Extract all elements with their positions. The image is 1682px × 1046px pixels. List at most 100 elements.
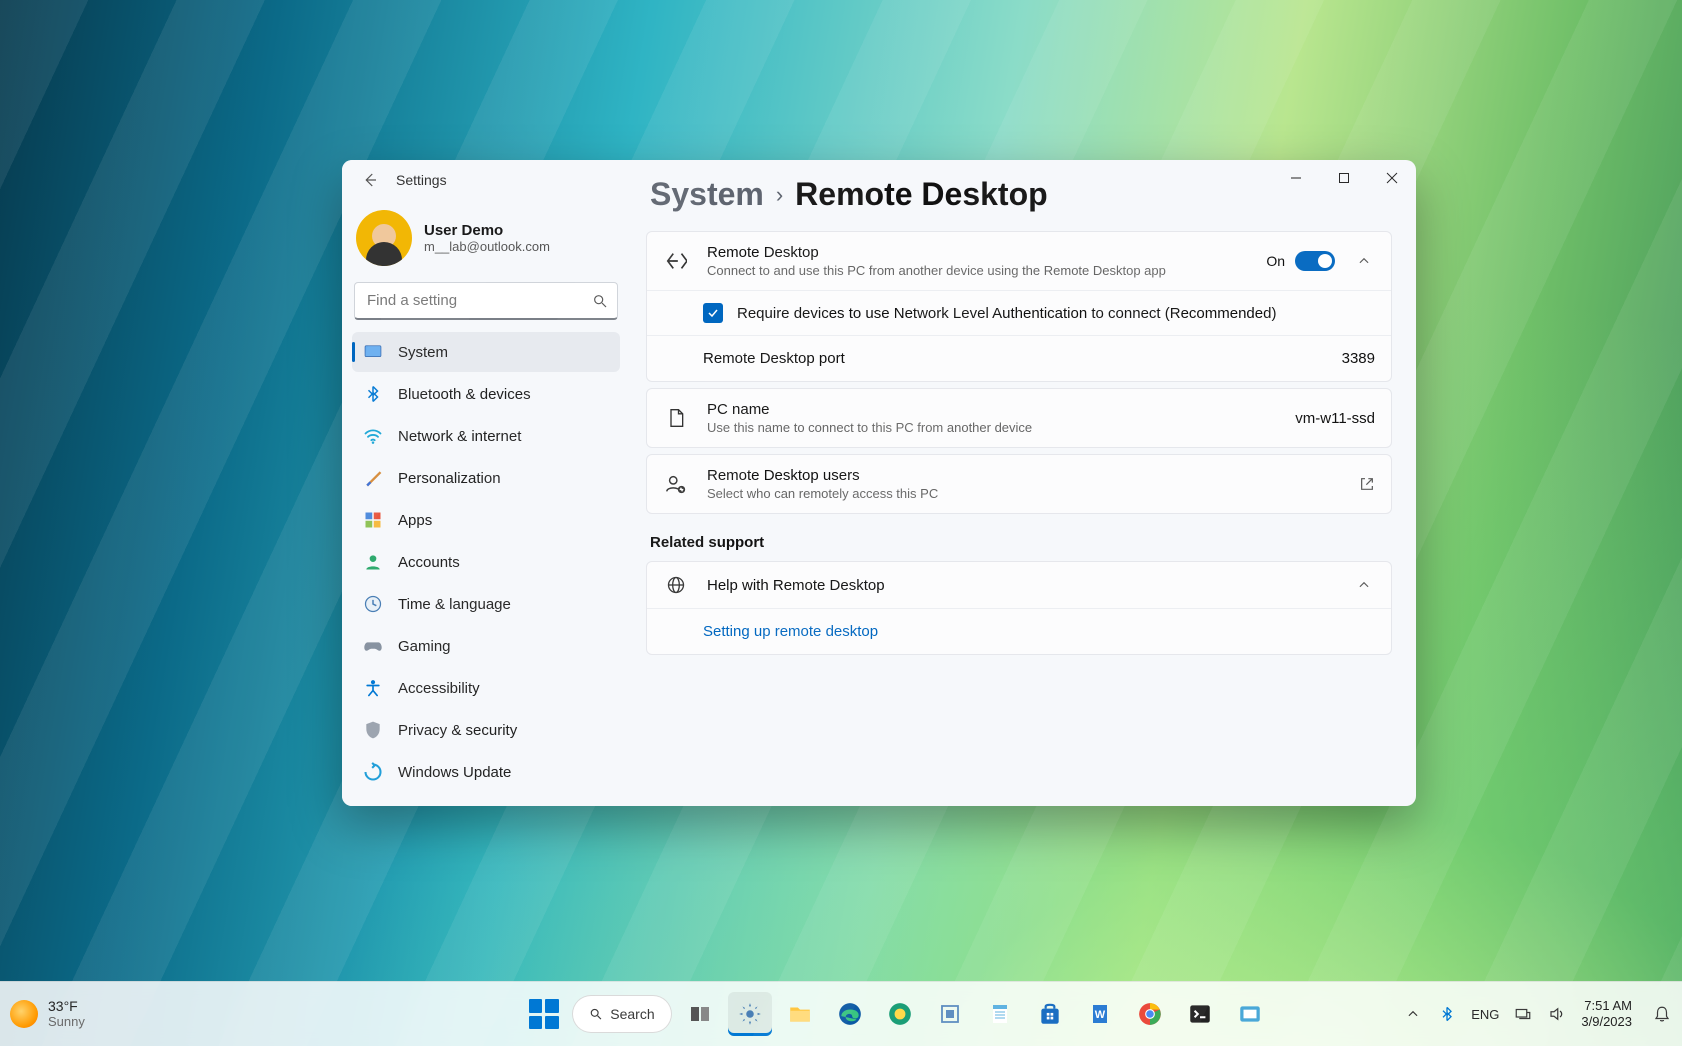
bluetooth-tray-icon[interactable]	[1437, 1004, 1457, 1024]
search-icon	[592, 293, 608, 309]
titlebar: Settings	[352, 160, 620, 200]
app-title: Settings	[396, 172, 447, 188]
sidebar-item-bluetooth[interactable]: Bluetooth & devices	[352, 374, 620, 414]
sidebar-item-label: Bluetooth & devices	[398, 386, 531, 403]
apps-icon	[362, 509, 384, 531]
task-view-icon[interactable]	[678, 992, 722, 1036]
port-value: 3389	[1342, 350, 1375, 367]
toggle-label: On	[1266, 253, 1285, 269]
minimize-button[interactable]	[1272, 160, 1320, 196]
notifications-icon[interactable]	[1652, 1004, 1672, 1024]
taskbar-search[interactable]: Search	[572, 995, 672, 1033]
bluetooth-icon	[362, 383, 384, 405]
sidebar-item-label: Time & language	[398, 596, 511, 613]
profile-block[interactable]: User Demo m__lab@outlook.com	[352, 200, 620, 280]
svg-text:W: W	[1094, 1009, 1105, 1021]
edge-icon[interactable]	[828, 992, 872, 1036]
sidebar-item-time[interactable]: Time & language	[352, 584, 620, 624]
sidebar-item-label: Privacy & security	[398, 722, 517, 739]
sidebar: Settings User Demo m__lab@outlook.com Sy…	[342, 160, 630, 806]
settings-taskbar-icon[interactable]	[728, 992, 772, 1036]
chevron-up-icon[interactable]	[1353, 250, 1375, 272]
search-input[interactable]	[354, 282, 618, 320]
explorer-icon[interactable]	[778, 992, 822, 1036]
edge-dev-icon[interactable]	[878, 992, 922, 1036]
help-header[interactable]: Help with Remote Desktop	[647, 562, 1391, 608]
close-button[interactable]	[1368, 160, 1416, 196]
document-icon	[663, 407, 689, 429]
settings-window: Settings User Demo m__lab@outlook.com Sy…	[342, 160, 1416, 806]
profile-name: User Demo	[424, 222, 550, 239]
store-icon[interactable]	[1028, 992, 1072, 1036]
terminal-icon[interactable]	[1178, 992, 1222, 1036]
sidebar-item-privacy[interactable]: Privacy & security	[352, 710, 620, 750]
word-icon[interactable]: W	[1078, 992, 1122, 1036]
sidebar-item-label: Gaming	[398, 638, 451, 655]
sidebar-item-label: Apps	[398, 512, 432, 529]
sidebar-item-gaming[interactable]: Gaming	[352, 626, 620, 666]
window-controls	[1272, 160, 1416, 196]
sidebar-item-label: Accessibility	[398, 680, 480, 697]
users-icon	[663, 473, 689, 495]
taskbar-clock[interactable]: 7:51 AM 3/9/2023	[1581, 998, 1632, 1029]
globe-icon	[663, 575, 689, 595]
sidebar-item-system[interactable]: System	[352, 332, 620, 372]
remote-desktop-card: Remote Desktop Connect to and use this P…	[646, 231, 1392, 382]
remote-desktop-toggle[interactable]	[1295, 251, 1335, 271]
accounts-icon	[362, 551, 384, 573]
accessibility-icon	[362, 677, 384, 699]
card-subtitle: Select who can remotely access this PC	[707, 486, 1341, 501]
weather-temp: 33°F	[48, 998, 85, 1014]
sidebar-item-network[interactable]: Network & internet	[352, 416, 620, 456]
sidebar-item-accounts[interactable]: Accounts	[352, 542, 620, 582]
sidebar-item-personalization[interactable]: Personalization	[352, 458, 620, 498]
volume-tray-icon[interactable]	[1547, 1004, 1567, 1024]
pc-name-card[interactable]: PC name Use this name to connect to this…	[646, 388, 1392, 448]
sidebar-item-accessibility[interactable]: Accessibility	[352, 668, 620, 708]
sidebar-item-label: Windows Update	[398, 764, 511, 781]
port-row: Remote Desktop port 3389	[647, 335, 1391, 381]
help-link[interactable]: Setting up remote desktop	[647, 608, 1391, 654]
related-heading: Related support	[650, 534, 1392, 551]
chevron-up-icon[interactable]	[1353, 574, 1375, 596]
nav: System Bluetooth & devices Network & int…	[352, 332, 620, 792]
weather-cond: Sunny	[48, 1015, 85, 1030]
taskbar: 33°F Sunny Search W ENG 7:51 AM 3/9/2	[0, 981, 1682, 1046]
sidebar-item-update[interactable]: Windows Update	[352, 752, 620, 792]
weather-icon[interactable]	[10, 1000, 38, 1028]
pc-name-value: vm-w11-ssd	[1295, 410, 1375, 427]
sidebar-item-label: Accounts	[398, 554, 460, 571]
sidebar-item-label: System	[398, 344, 448, 361]
notepad-icon[interactable]	[978, 992, 1022, 1036]
network-tray-icon[interactable]	[1513, 1004, 1533, 1024]
profile-email: m__lab@outlook.com	[424, 239, 550, 254]
app-icon-1[interactable]	[928, 992, 972, 1036]
language-indicator[interactable]: ENG	[1471, 1007, 1499, 1022]
clock-icon	[362, 593, 384, 615]
maximize-button[interactable]	[1320, 160, 1368, 196]
breadcrumb-parent[interactable]: System	[650, 176, 764, 213]
app-icon-2[interactable]	[1228, 992, 1272, 1036]
weather-widget[interactable]: 33°F Sunny	[48, 998, 85, 1029]
avatar	[356, 210, 412, 266]
sidebar-item-apps[interactable]: Apps	[352, 500, 620, 540]
gaming-icon	[362, 635, 384, 657]
search-wrap	[354, 282, 618, 320]
card-title: PC name	[707, 401, 1277, 418]
remote-desktop-header[interactable]: Remote Desktop Connect to and use this P…	[647, 232, 1391, 290]
card-subtitle: Use this name to connect to this PC from…	[707, 420, 1277, 435]
remote-users-card[interactable]: Remote Desktop users Select who can remo…	[646, 454, 1392, 514]
nla-row[interactable]: Require devices to use Network Level Aut…	[647, 290, 1391, 335]
card-title: Remote Desktop	[707, 244, 1248, 261]
back-button[interactable]	[358, 168, 382, 192]
clock-date: 3/9/2023	[1581, 1014, 1632, 1030]
port-label: Remote Desktop port	[703, 350, 845, 367]
remote-desktop-icon	[663, 250, 689, 272]
tray-chevron-icon[interactable]	[1403, 1004, 1423, 1024]
clock-time: 7:51 AM	[1584, 998, 1632, 1014]
search-label: Search	[610, 1006, 654, 1022]
card-title: Remote Desktop users	[707, 467, 1341, 484]
nla-checkbox[interactable]	[703, 303, 723, 323]
start-button[interactable]	[522, 992, 566, 1036]
chrome-icon[interactable]	[1128, 992, 1172, 1036]
